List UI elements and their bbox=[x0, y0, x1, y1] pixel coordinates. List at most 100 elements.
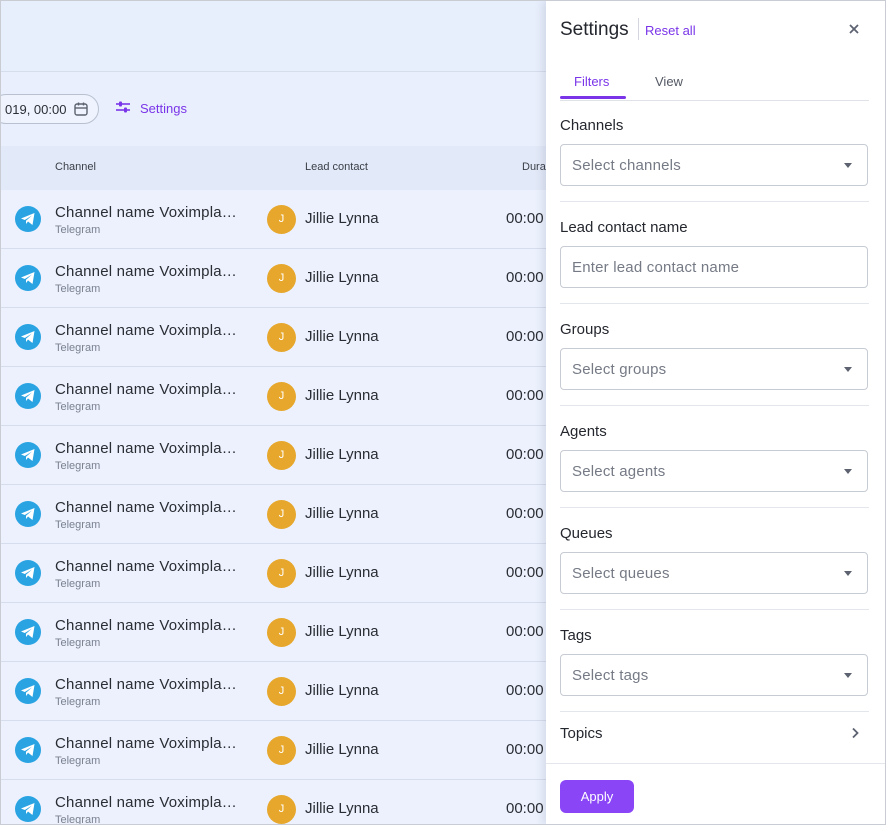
avatar: J bbox=[267, 323, 296, 352]
lead-contact-name: Jillie Lynna bbox=[305, 800, 379, 817]
footer-divider bbox=[546, 763, 885, 764]
select-placeholder: Select groups bbox=[572, 361, 667, 378]
reset-all-button[interactable]: Reset all bbox=[645, 23, 696, 38]
channel-type: Telegram bbox=[55, 401, 101, 413]
telegram-icon bbox=[15, 265, 41, 291]
tags-select[interactable]: Select tags bbox=[560, 654, 868, 696]
tab-view[interactable]: View bbox=[655, 74, 683, 89]
channel-name: Channel name Voximpla… bbox=[55, 735, 237, 752]
close-icon[interactable] bbox=[848, 22, 860, 40]
avatar: J bbox=[267, 677, 296, 706]
channel-name: Channel name Voximpla… bbox=[55, 440, 237, 457]
table-row[interactable]: Channel name Voximpla… Telegram J Jillie… bbox=[1, 426, 546, 485]
lead-contact-name: Jillie Lynna bbox=[305, 505, 379, 522]
avatar: J bbox=[267, 205, 296, 234]
avatar: J bbox=[267, 264, 296, 293]
settings-label: Settings bbox=[140, 101, 187, 116]
duration-value: 00:00 bbox=[506, 741, 544, 758]
telegram-icon bbox=[15, 206, 41, 232]
channels-select[interactable]: Select channels bbox=[560, 144, 868, 186]
table-row[interactable]: Channel name Voximpla… Telegram J Jillie… bbox=[1, 485, 546, 544]
telegram-icon bbox=[15, 678, 41, 704]
lead-contact-name: Jillie Lynna bbox=[305, 623, 379, 640]
avatar: J bbox=[267, 559, 296, 588]
telegram-icon bbox=[15, 737, 41, 763]
agents-select[interactable]: Select agents bbox=[560, 450, 868, 492]
lead-contact-name: Jillie Lynna bbox=[305, 387, 379, 404]
tab-filters[interactable]: Filters bbox=[574, 74, 609, 89]
duration-value: 00:00 bbox=[506, 446, 544, 463]
duration-value: 00:00 bbox=[506, 269, 544, 286]
duration-value: 00:00 bbox=[506, 328, 544, 345]
table-row[interactable]: Channel name Voximpla… Telegram J Jillie… bbox=[1, 544, 546, 603]
section-divider bbox=[560, 201, 869, 202]
lead-contact-name: Jillie Lynna bbox=[305, 682, 379, 699]
telegram-icon bbox=[15, 383, 41, 409]
avatar: J bbox=[267, 618, 296, 647]
avatar: J bbox=[267, 382, 296, 411]
table-row[interactable]: Channel name Voximpla… Telegram J Jillie… bbox=[1, 367, 546, 426]
channel-name: Channel name Voximpla… bbox=[55, 499, 237, 516]
lead-contact-name: Jillie Lynna bbox=[305, 741, 379, 758]
select-placeholder: Select channels bbox=[572, 157, 681, 174]
lead-contact-name: Jillie Lynna bbox=[305, 210, 379, 227]
queues-select[interactable]: Select queues bbox=[560, 552, 868, 594]
settings-button[interactable]: Settings bbox=[115, 100, 187, 117]
app-frame: 019, 00:00 Settings Channel Lead contact… bbox=[0, 0, 886, 825]
telegram-icon bbox=[15, 619, 41, 645]
column-header-lead-contact[interactable]: Lead contact bbox=[305, 161, 368, 173]
channel-name: Channel name Voximpla… bbox=[55, 558, 237, 575]
filter-label: Lead contact name bbox=[560, 219, 688, 236]
duration-value: 00:00 bbox=[506, 564, 544, 581]
duration-value: 00:00 bbox=[506, 800, 544, 817]
channel-type: Telegram bbox=[55, 578, 101, 590]
date-range-value: 019, 00:00 bbox=[5, 101, 67, 117]
telegram-icon bbox=[15, 796, 41, 822]
table-row[interactable]: Channel name Voximpla… Telegram J Jillie… bbox=[1, 249, 546, 308]
table-row[interactable]: Channel name Voximpla… Telegram J Jillie… bbox=[1, 308, 546, 367]
lead-contact-name-input[interactable]: Enter lead contact name bbox=[560, 246, 868, 288]
lead-contact-name: Jillie Lynna bbox=[305, 446, 379, 463]
date-range-picker[interactable]: 019, 00:00 bbox=[1, 94, 99, 124]
channel-name: Channel name Voximpla… bbox=[55, 204, 237, 221]
table-row[interactable]: Channel name Voximpla… Telegram J Jillie… bbox=[1, 662, 546, 721]
dropdown-caret-icon bbox=[844, 367, 852, 372]
settings-panel: Settings Reset all Filters View Channels… bbox=[546, 1, 885, 824]
avatar: J bbox=[267, 500, 296, 529]
avatar: J bbox=[267, 736, 296, 765]
active-tab-indicator bbox=[560, 96, 626, 99]
channel-name: Channel name Voximpla… bbox=[55, 322, 237, 339]
groups-select[interactable]: Select groups bbox=[560, 348, 868, 390]
column-header-duration[interactable]: Dura bbox=[522, 161, 546, 173]
telegram-icon bbox=[15, 501, 41, 527]
channel-name: Channel name Voximpla… bbox=[55, 381, 237, 398]
select-placeholder: Select queues bbox=[572, 565, 670, 582]
dropdown-caret-icon bbox=[844, 469, 852, 474]
telegram-icon bbox=[15, 324, 41, 350]
channel-type: Telegram bbox=[55, 342, 101, 354]
avatar: J bbox=[267, 441, 296, 470]
chevron-right-icon bbox=[852, 727, 859, 739]
dropdown-caret-icon bbox=[844, 673, 852, 678]
lead-contact-name: Jillie Lynna bbox=[305, 328, 379, 345]
table-row[interactable]: Channel name Voximpla… Telegram J Jillie… bbox=[1, 721, 546, 780]
topics-row[interactable]: Topics bbox=[560, 723, 869, 747]
channel-type: Telegram bbox=[55, 637, 101, 649]
column-header-channel[interactable]: Channel bbox=[55, 161, 96, 173]
filter-label: Channels bbox=[560, 117, 624, 134]
apply-button[interactable]: Apply bbox=[560, 780, 634, 813]
select-placeholder: Select tags bbox=[572, 667, 649, 684]
channel-type: Telegram bbox=[55, 460, 101, 472]
table-row[interactable]: Channel name Voximpla… Telegram J Jillie… bbox=[1, 603, 546, 662]
table-row[interactable]: Channel name Voximpla… Telegram J Jillie… bbox=[1, 190, 546, 249]
channel-type: Telegram bbox=[55, 283, 101, 295]
calendar-icon[interactable] bbox=[73, 101, 89, 122]
toolbar: 019, 00:00 Settings bbox=[1, 72, 546, 146]
avatar: J bbox=[267, 795, 296, 824]
telegram-icon bbox=[15, 442, 41, 468]
settings-sliders-icon bbox=[115, 100, 140, 117]
table-row[interactable]: Channel name Voximpla… Telegram J Jillie… bbox=[1, 780, 546, 824]
channel-type: Telegram bbox=[55, 224, 101, 236]
select-placeholder: Select agents bbox=[572, 463, 666, 480]
dropdown-caret-icon bbox=[844, 163, 852, 168]
